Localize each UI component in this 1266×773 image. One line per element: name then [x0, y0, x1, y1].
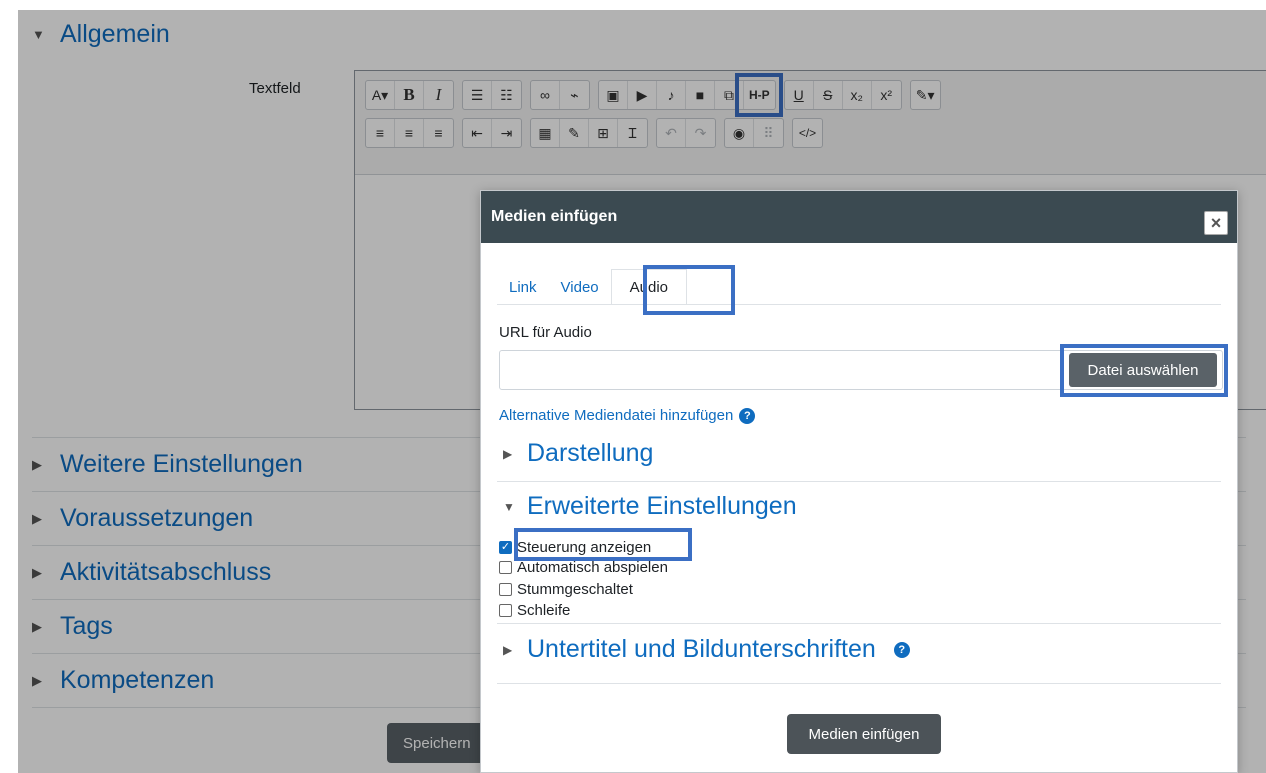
media-icon[interactable]: ▶: [628, 81, 657, 109]
help-icon[interactable]: ?: [893, 641, 910, 658]
dialog-header: Medien einfügen ×: [481, 191, 1237, 243]
indent-icon[interactable]: ⇥: [492, 119, 521, 147]
checkbox-label: Steuerung anzeigen: [517, 538, 652, 556]
section-allgemein-label: Allgemein: [60, 20, 170, 48]
section-weitere[interactable]: ▶ Weitere Einstellungen: [18, 450, 303, 479]
checkbox-label: Automatisch abspielen: [517, 558, 668, 576]
section-aktivitaet[interactable]: ▶ Aktivitätsabschluss: [18, 558, 271, 587]
divider: [497, 683, 1221, 684]
section-kompetenzen[interactable]: ▶ Kompetenzen: [18, 666, 214, 695]
unlink-icon[interactable]: ⌁: [560, 81, 589, 109]
superscript-icon[interactable]: x²: [872, 81, 901, 109]
outdent-icon[interactable]: ⇤: [463, 119, 492, 147]
bold-icon[interactable]: B: [395, 81, 424, 109]
unordered-list-icon[interactable]: ☰: [463, 81, 492, 109]
section-voraussetzungen-label: Voraussetzungen: [60, 504, 254, 532]
toolbar-row-1: A▾ B I ☰ ☷ ∞ ⌁ ▣ ▶ ♪ ■ ⧉ H-P U Sx₂ x² ✎▾: [365, 78, 1266, 112]
accessibility-icon[interactable]: ◉: [725, 119, 754, 147]
section-darstellung[interactable]: ▶ Darstellung: [503, 439, 653, 468]
screenreader-icon[interactable]: ⠿: [754, 119, 783, 147]
checkbox-icon[interactable]: [499, 603, 512, 617]
textfield-label: Textfeld: [249, 80, 301, 97]
help-icon[interactable]: ?: [739, 407, 756, 424]
checkbox-label: Stummgeschaltet: [517, 580, 633, 598]
media-tabs: Link Video Audio: [497, 265, 687, 305]
checkbox-row[interactable]: ✓ Steuerung anzeigen: [499, 537, 651, 557]
tab-video[interactable]: Video: [549, 269, 611, 305]
add-alternative-media-link[interactable]: Alternative Mediendatei hinzufügen ?: [499, 407, 756, 424]
ordered-list-icon[interactable]: ☷: [492, 81, 521, 109]
toolbar-row-2: ≡ ≡ ≡ ⇤ ⇥ ▦ ✎ ⊞ Ɪ ↶ ↷ ◉ ⠿ </>: [365, 116, 1266, 150]
section-untertitel[interactable]: ▶ Untertitel und Bildunterschriften ?: [503, 635, 910, 664]
caret-right-icon: ▶: [32, 618, 42, 634]
section-erweitert-label: Erweiterte Einstellungen: [527, 492, 797, 520]
align-center-icon[interactable]: ≡: [395, 119, 424, 147]
section-voraussetzungen[interactable]: ▶ Voraussetzungen: [18, 504, 253, 533]
checkbox-icon[interactable]: [499, 582, 512, 596]
caret-right-icon: ▶: [32, 564, 42, 580]
manage-files-icon[interactable]: ⧉: [715, 81, 744, 109]
section-weitere-label: Weitere Einstellungen: [60, 450, 303, 478]
url-label: URL für Audio: [499, 324, 592, 341]
dialog-title: Medien einfügen: [491, 208, 618, 225]
choose-file-button[interactable]: Datei auswählen: [1069, 353, 1217, 387]
alt-link-label: Alternative Mediendatei hinzufügen: [499, 407, 734, 424]
section-tags[interactable]: ▶ Tags: [18, 612, 113, 641]
checkbox-row[interactable]: Stummgeschaltet: [499, 579, 633, 599]
redo-icon[interactable]: ↷: [686, 119, 715, 147]
caret-right-icon: ▶: [32, 456, 42, 472]
strikethrough-icon[interactable]: S: [814, 81, 843, 109]
align-right-icon[interactable]: ≡: [424, 119, 453, 147]
section-aktivitaet-label: Aktivitätsabschluss: [60, 558, 272, 586]
align-left-icon[interactable]: ≡: [366, 119, 395, 147]
equation-icon[interactable]: ▦: [531, 119, 560, 147]
caret-down-icon: ▼: [503, 499, 515, 514]
caret-right-icon: ▶: [503, 446, 513, 461]
checkbox-row[interactable]: Schleife: [499, 600, 570, 620]
divider: [497, 623, 1221, 624]
image-icon[interactable]: ▣: [599, 81, 628, 109]
caret-right-icon: ▶: [503, 642, 513, 657]
html-icon[interactable]: </>: [793, 119, 822, 147]
clear-format-icon[interactable]: Ɪ: [618, 119, 647, 147]
record-audio-icon[interactable]: ♪: [657, 81, 686, 109]
tabs-divider: [497, 304, 1221, 305]
caret-down-icon: ▼: [32, 27, 45, 42]
table-icon[interactable]: ⊞: [589, 119, 618, 147]
link-icon[interactable]: ∞: [531, 81, 560, 109]
section-tags-label: Tags: [60, 612, 113, 640]
text-color-icon[interactable]: ✎▾: [911, 81, 940, 109]
section-kompetenzen-label: Kompetenzen: [60, 666, 215, 694]
caret-right-icon: ▶: [32, 510, 42, 526]
section-erweitert[interactable]: ▼ Erweiterte Einstellungen: [503, 492, 797, 521]
checkbox-label: Schleife: [517, 601, 571, 619]
insert-media-dialog: Medien einfügen × Link Video Audio URL f…: [480, 190, 1238, 773]
tab-link[interactable]: Link: [497, 269, 549, 305]
section-allgemein[interactable]: ▼ Allgemein: [18, 20, 170, 49]
subscript-icon[interactable]: x₂: [843, 81, 872, 109]
insert-media-button[interactable]: Medien einfügen: [787, 714, 941, 754]
section-darstellung-label: Darstellung: [527, 439, 654, 467]
special-char-icon[interactable]: ✎: [560, 119, 589, 147]
underline-icon[interactable]: U: [785, 81, 814, 109]
record-video-icon[interactable]: ■: [686, 81, 715, 109]
editor-toolbar: A▾ B I ☰ ☷ ∞ ⌁ ▣ ▶ ♪ ■ ⧉ H-P U Sx₂ x² ✎▾ ≡ ≡ ≡ ⇤ ⇥ ▦ ✎ ⊞…: [355, 71, 1266, 175]
checkbox-row[interactable]: Automatisch abspielen: [499, 557, 668, 577]
tab-audio[interactable]: Audio: [610, 269, 687, 305]
h5p-icon[interactable]: H-P: [744, 81, 775, 109]
divider: [497, 481, 1221, 482]
caret-right-icon: ▶: [32, 672, 42, 688]
font-size-icon[interactable]: A▾: [366, 81, 395, 109]
checkbox-checked-icon[interactable]: ✓: [499, 540, 512, 554]
undo-icon[interactable]: ↶: [657, 119, 686, 147]
italic-icon[interactable]: I: [424, 81, 453, 109]
checkbox-icon[interactable]: [499, 560, 512, 574]
section-untertitel-label: Untertitel und Bildunterschriften: [527, 635, 876, 663]
close-icon[interactable]: ×: [1204, 211, 1228, 235]
